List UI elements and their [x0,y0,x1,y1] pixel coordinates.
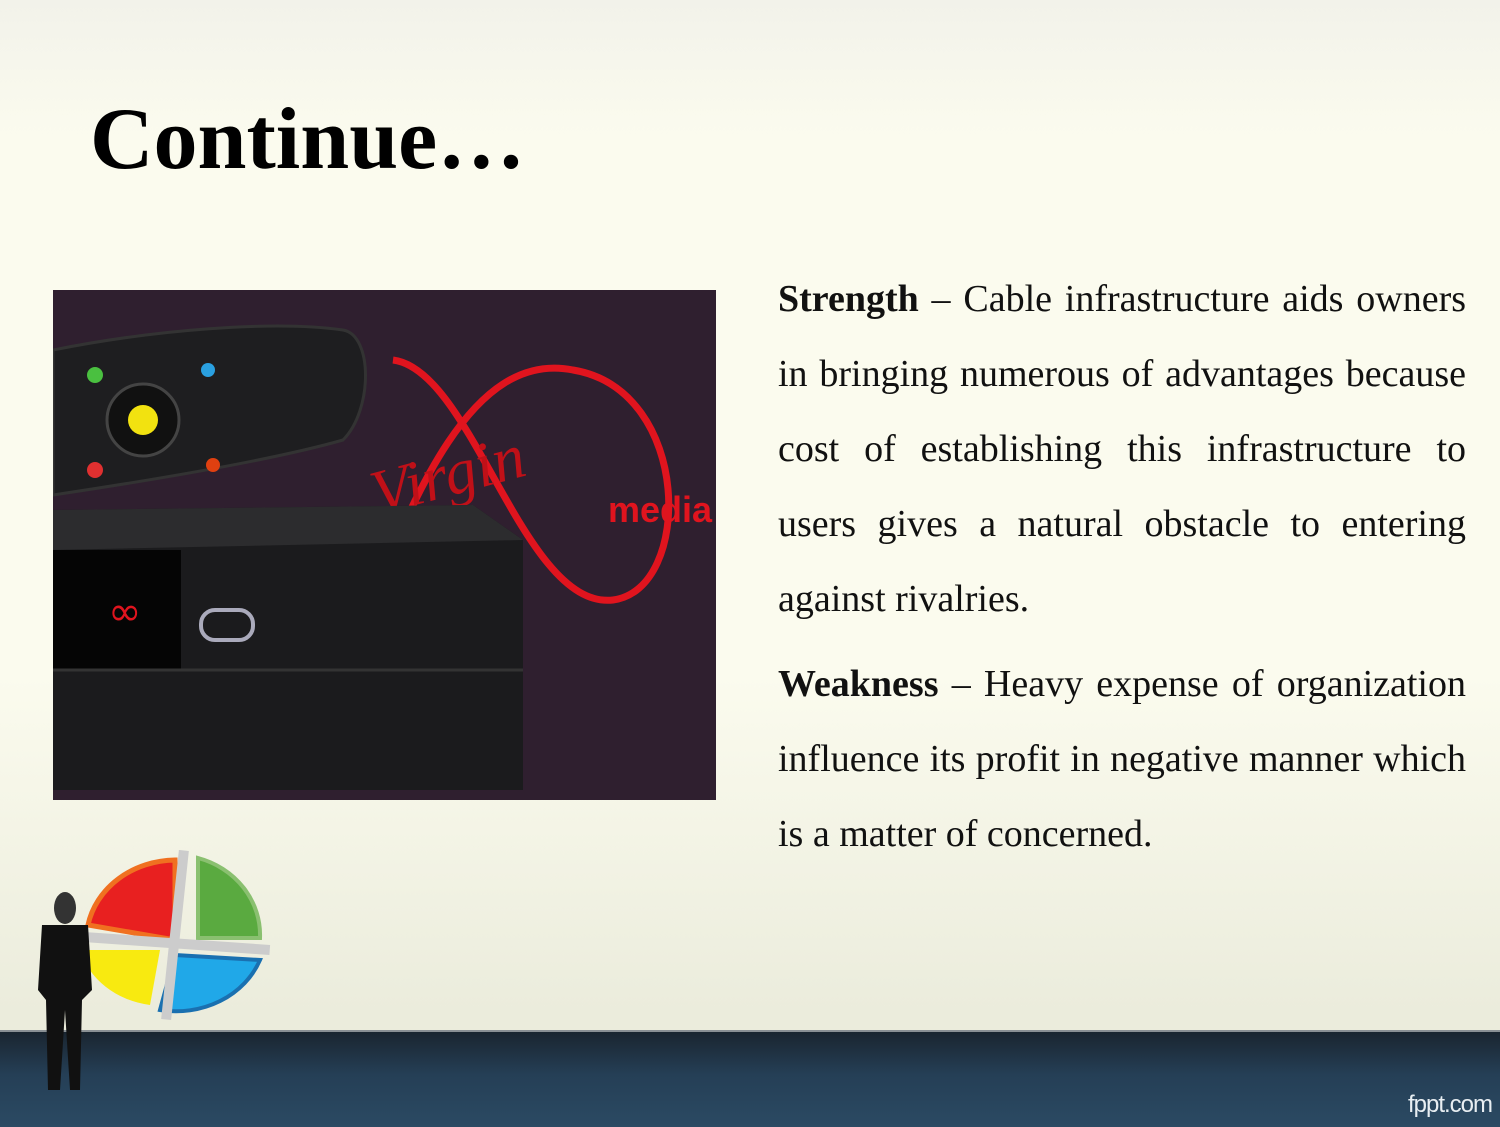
dash: – [938,663,984,705]
media-logo-text: media [608,489,713,530]
weakness-term: Weakness [778,663,939,705]
footer-brand: fppt.com [1407,1091,1493,1118]
swot-pie-person-icon [38,850,271,1090]
svg-text:∞: ∞ [108,589,141,635]
dash: – [918,278,964,320]
slide-title: Continue… [90,91,526,188]
strength-paragraph: Strength – Cable infrastructure aids own… [778,262,1466,637]
virgin-media-box-image: media Virgin ∞ [53,290,716,800]
weakness-paragraph: Weakness – Heavy expense of organization… [778,647,1466,872]
swot-text-block: Strength – Cable infrastructure aids own… [778,262,1466,882]
strength-text: Cable infrastructure aids owners in brin… [778,278,1467,620]
strength-term: Strength [778,278,919,320]
